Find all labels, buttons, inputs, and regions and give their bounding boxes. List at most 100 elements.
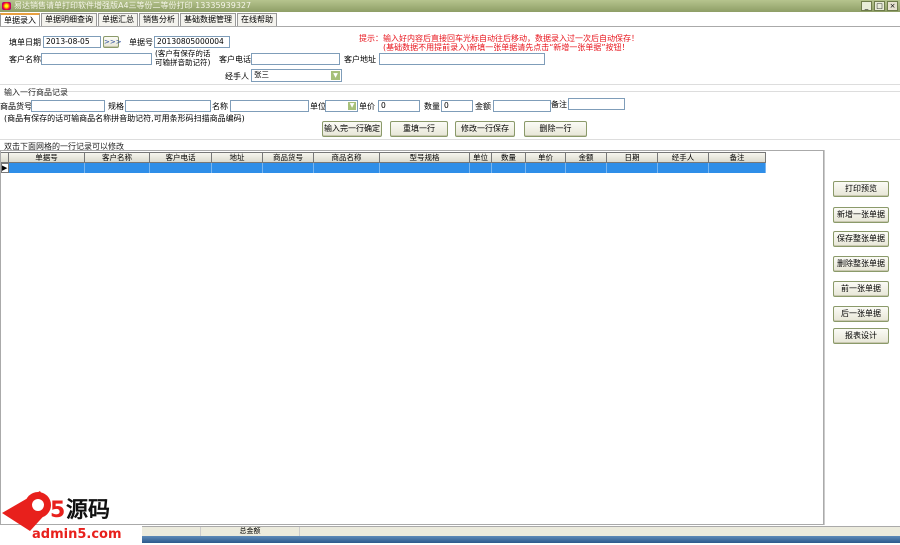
report-design-button[interactable]: 报表设计 xyxy=(833,328,889,344)
column-header[interactable]: 金额 xyxy=(566,152,607,163)
grid-cell[interactable] xyxy=(85,163,150,173)
address-label: 客户地址 xyxy=(344,55,376,64)
delete-doc-button[interactable]: 删除整张单据 xyxy=(833,256,889,272)
grid-cell[interactable] xyxy=(150,163,212,173)
tab-detail-query[interactable]: 单据明细查询 xyxy=(41,13,97,26)
divider xyxy=(0,139,900,140)
tab-basic-data[interactable]: 基础数据管理 xyxy=(180,13,236,26)
spec-label: 规格 xyxy=(108,102,124,111)
note-input[interactable] xyxy=(568,98,625,110)
minimize-button[interactable]: _ xyxy=(861,1,872,11)
title-bar: 易达销售请单打印软件增强版A4三等份二等份打印 13335939327 xyxy=(0,0,900,12)
column-header[interactable]: 备注 xyxy=(709,152,766,163)
next-doc-button[interactable]: 后一张单据 xyxy=(833,306,889,322)
amount-input[interactable] xyxy=(493,100,551,112)
delete-row-button[interactable]: 删除一行 xyxy=(524,121,587,137)
tab-sales-analysis[interactable]: 销售分析 xyxy=(139,13,179,26)
handler-value: 张三 xyxy=(254,70,269,79)
grid-cell[interactable] xyxy=(314,163,380,173)
column-header[interactable]: 商品名称 xyxy=(314,152,380,163)
grid-cell[interactable] xyxy=(470,163,492,173)
status-bar: 总金额 xyxy=(142,526,900,536)
customer-label: 客户名称 xyxy=(9,55,41,64)
grid-cell[interactable] xyxy=(607,163,658,173)
row-indicator-header xyxy=(1,152,9,163)
price-input[interactable]: 0 xyxy=(378,100,420,112)
grid-cell[interactable] xyxy=(380,163,470,173)
grid-cell[interactable] xyxy=(658,163,709,173)
column-header[interactable]: 客户电话 xyxy=(150,152,212,163)
unit-select[interactable]: ▼ xyxy=(325,100,358,112)
main-tabs: 单据录入 单据明细查询 单据汇总 销售分析 基础数据管理 在线帮助 xyxy=(0,13,278,27)
item-section-title: 输入一行商品记录 xyxy=(4,88,68,97)
customer-input[interactable] xyxy=(41,53,152,65)
code-input[interactable] xyxy=(31,100,105,112)
refill-row-button[interactable]: 重填一行 xyxy=(390,121,448,137)
window-title: 易达销售请单打印软件增强版A4三等份二等份打印 13335939327 xyxy=(14,1,252,10)
column-header[interactable]: 单据号 xyxy=(9,152,85,163)
prev-doc-button[interactable]: 前一张单据 xyxy=(833,281,889,297)
phone-label: 客户电话 xyxy=(219,55,251,64)
taskbar xyxy=(142,536,900,543)
row-indicator-icon: ▶ xyxy=(1,163,9,173)
side-panel: 打印预览 新增一张单据 保存整张单据 删除整张单据 前一张单据 后一张单据 报表… xyxy=(824,150,900,525)
svg-text:5: 5 xyxy=(50,498,65,523)
save-row-button[interactable]: 修改一行保存 xyxy=(455,121,515,137)
new-doc-button[interactable]: 新增一张单据 xyxy=(833,207,889,223)
grid-cell[interactable] xyxy=(492,163,526,173)
grid-cell[interactable] xyxy=(566,163,607,173)
maximize-button[interactable]: □ xyxy=(874,1,885,11)
tab-entry[interactable]: 单据录入 xyxy=(0,13,40,27)
column-header[interactable]: 单位 xyxy=(470,152,492,163)
grid-header: 单据号 客户名称 客户电话 地址 商品货号 商品名称 型号规格 单位 数量 单价 金额 日期 经手人 备注 xyxy=(1,152,766,163)
grid-cell[interactable] xyxy=(263,163,314,173)
address-input[interactable] xyxy=(379,53,545,65)
tab-summary[interactable]: 单据汇总 xyxy=(98,13,138,26)
divider xyxy=(0,84,900,85)
column-header[interactable]: 单价 xyxy=(526,152,566,163)
unit-label: 单位 xyxy=(310,102,326,111)
divider xyxy=(68,91,900,92)
grid-cell[interactable] xyxy=(212,163,263,173)
column-header[interactable]: 型号规格 xyxy=(380,152,470,163)
admin5-logo: 5 源码 admin5.com xyxy=(0,483,142,543)
records-grid[interactable]: 单据号 客户名称 客户电话 地址 商品货号 商品名称 型号规格 单位 数量 单价 金额 日期 经手人 备注… xyxy=(0,150,824,525)
note-label: 备注 xyxy=(551,100,567,109)
table-row[interactable]: ▶ xyxy=(1,163,766,173)
column-header[interactable]: 客户名称 xyxy=(85,152,150,163)
item-hint: (商品有保存的话可输商品名称拼音助记符,可用条形码扫描商品编码) xyxy=(4,114,245,123)
column-header[interactable]: 地址 xyxy=(212,152,263,163)
name-label: 名称 xyxy=(212,102,228,111)
close-button[interactable]: × xyxy=(887,1,898,11)
grid-cell[interactable] xyxy=(709,163,766,173)
confirm-row-button[interactable]: 输入完一行确定 xyxy=(322,121,382,137)
column-header[interactable]: 商品货号 xyxy=(263,152,314,163)
svg-text:源码: 源码 xyxy=(66,498,110,523)
grid-cell[interactable] xyxy=(526,163,566,173)
grid-cell[interactable] xyxy=(9,163,85,173)
column-header[interactable]: 日期 xyxy=(607,152,658,163)
amount-label: 金额 xyxy=(475,102,491,111)
name-input[interactable] xyxy=(230,100,309,112)
phone-input[interactable] xyxy=(251,53,340,65)
qty-input[interactable]: 0 xyxy=(441,100,473,112)
customer-hint-1: (客户有保存的话 xyxy=(155,49,211,58)
date-input[interactable]: 2013-08-05 xyxy=(43,36,101,48)
date-picker-button[interactable]: >>> xyxy=(103,36,122,48)
save-doc-button[interactable]: 保存整张单据 xyxy=(833,231,889,247)
code-label: 商品货号 xyxy=(0,102,32,111)
chevron-down-icon[interactable]: ▼ xyxy=(331,71,340,80)
column-header[interactable]: 经手人 xyxy=(658,152,709,163)
customer-hint: (客户有保存的话 可输拼音助记符) xyxy=(155,49,210,67)
chevron-down-icon[interactable]: ▼ xyxy=(348,102,356,110)
tab-online-help[interactable]: 在线帮助 xyxy=(237,13,277,26)
column-header[interactable]: 数量 xyxy=(492,152,526,163)
doc-no-label: 单据号 xyxy=(129,38,153,47)
doc-no-input[interactable]: 20130805000004 xyxy=(154,36,230,48)
handler-select[interactable]: 张三 ▼ xyxy=(251,69,342,82)
customer-hint-2: 可输拼音助记符) xyxy=(155,58,211,67)
tip-line-2: (基础数据不用提前录入)新填一张单据请先点击“新增一张单据”按钮！ xyxy=(383,43,630,52)
print-preview-button[interactable]: 打印预览 xyxy=(833,181,889,197)
spec-input[interactable] xyxy=(125,100,211,112)
svg-text:admin5.com: admin5.com xyxy=(32,527,122,542)
